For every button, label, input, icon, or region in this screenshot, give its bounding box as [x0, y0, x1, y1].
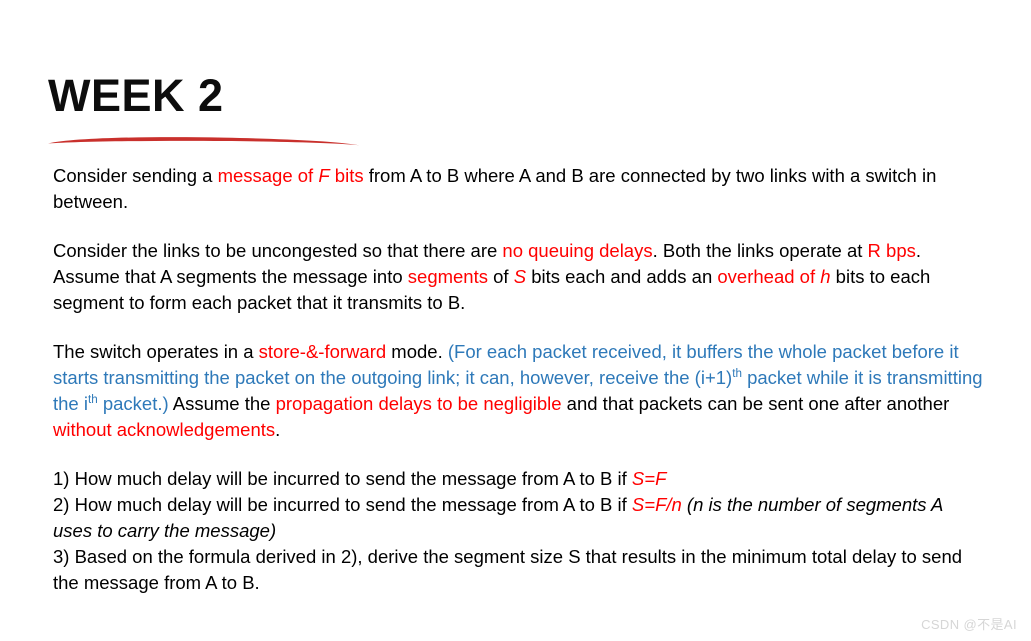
- paragraph-2: Consider the links to be uncongested so …: [53, 240, 931, 313]
- paragraph-questions: 1) How much delay will be incurred to se…: [53, 468, 963, 593]
- paragraph-1: Consider sending a message of F bits fro…: [53, 165, 937, 212]
- slide-body: Consider sending a message of F bits fro…: [53, 163, 983, 596]
- red-underline-stroke-icon: [48, 137, 359, 146]
- paragraph-3: The switch operates in a store-&-forward…: [53, 341, 983, 440]
- csdn-watermark: CSDN @不是AI: [921, 617, 1017, 632]
- slide-canvas: WEEK 2 Consider sending a message of F b…: [0, 0, 1031, 641]
- page-title: WEEK 2: [48, 70, 224, 121]
